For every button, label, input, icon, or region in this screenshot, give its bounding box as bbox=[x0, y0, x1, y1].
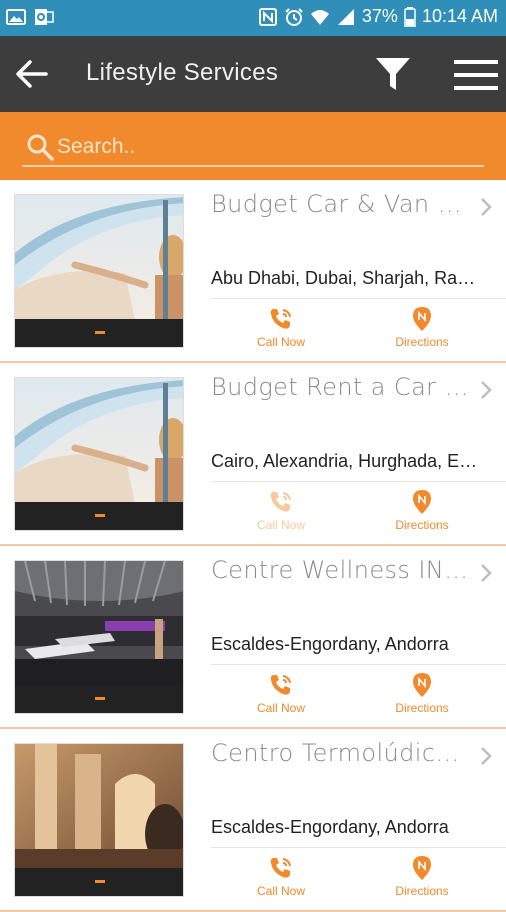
call-now-label: Call Now bbox=[256, 518, 305, 532]
back-arrow-icon[interactable] bbox=[14, 56, 50, 92]
call-now-label: Call Now bbox=[256, 335, 305, 349]
listing-thumbnail bbox=[14, 743, 184, 897]
directions-label: Directions bbox=[395, 701, 449, 715]
wifi-icon bbox=[310, 9, 329, 25]
search-placeholder: Search.. bbox=[57, 135, 136, 158]
listing-name[interactable]: Budget Rent a Car Egypt bbox=[211, 373, 471, 401]
list-item[interactable]: Centro Termolúdico Caldea Escaldes-Engor… bbox=[0, 729, 506, 912]
thumbnail-footer bbox=[15, 868, 183, 896]
directions-button[interactable]: Directions bbox=[362, 672, 482, 722]
chevron-right-icon[interactable] bbox=[478, 745, 494, 767]
map-pin-icon bbox=[413, 856, 431, 880]
phone-icon bbox=[270, 675, 291, 695]
listing-thumbnail bbox=[14, 560, 184, 714]
map-pin-icon bbox=[413, 673, 431, 697]
spa-lounge-photo bbox=[15, 561, 183, 687]
filter-icon[interactable] bbox=[374, 54, 412, 94]
status-bar: 37% 10:14 AM bbox=[0, 0, 506, 36]
directions-button[interactable]: Directions bbox=[362, 306, 482, 356]
search-bar: Search.. bbox=[0, 112, 506, 180]
listing-name[interactable]: Budget Car & Van Rental bbox=[211, 190, 471, 218]
search-icon bbox=[27, 134, 54, 161]
listing-name[interactable]: Centro Termolúdico Caldea bbox=[211, 739, 471, 767]
convertible-car-photo bbox=[15, 195, 183, 321]
search-input[interactable]: Search.. bbox=[22, 129, 484, 167]
call-now-label: Call Now bbox=[256, 884, 305, 898]
list-item[interactable]: Budget Rent a Car Egypt Cairo, Alexandri… bbox=[0, 363, 506, 546]
thumbnail-footer bbox=[15, 319, 183, 347]
call-now-button[interactable]: Call Now bbox=[221, 672, 341, 722]
call-now-button[interactable]: Call Now bbox=[221, 489, 341, 539]
convertible-car-photo bbox=[15, 378, 183, 504]
listing-location: Abu Dhabi, Dubai, Sharjah, Ras Al Khaima… bbox=[211, 268, 481, 288]
alarm-icon bbox=[285, 7, 303, 26]
battery-percent: 37% bbox=[361, 6, 398, 26]
listing-name[interactable]: Centre Wellness INÚU bbox=[211, 556, 471, 584]
image-icon bbox=[6, 9, 26, 25]
listing-list: Budget Car & Van Rental Abu Dhabi, Dubai… bbox=[0, 180, 506, 912]
chevron-right-icon[interactable] bbox=[478, 196, 494, 218]
call-now-button[interactable]: Call Now bbox=[221, 306, 341, 356]
call-now-button[interactable]: Call Now bbox=[221, 855, 341, 905]
signal-icon bbox=[337, 8, 354, 25]
divider bbox=[211, 298, 506, 299]
list-item[interactable]: Budget Car & Van Rental Abu Dhabi, Dubai… bbox=[0, 180, 506, 363]
listing-thumbnail bbox=[14, 377, 184, 531]
app-bar: Lifestyle Services bbox=[0, 36, 506, 112]
directions-button[interactable]: Directions bbox=[362, 855, 482, 905]
clock: 10:14 AM bbox=[421, 6, 498, 26]
chevron-right-icon[interactable] bbox=[478, 562, 494, 584]
directions-label: Directions bbox=[395, 884, 449, 898]
battery-icon bbox=[404, 6, 416, 27]
listing-thumbnail bbox=[14, 194, 184, 348]
thermal-bath-photo bbox=[15, 744, 183, 870]
thumbnail-footer bbox=[15, 685, 183, 713]
nfc-icon bbox=[258, 7, 277, 26]
list-item[interactable]: Centre Wellness INÚU Escaldes-Engordany,… bbox=[0, 546, 506, 729]
outlook-icon bbox=[35, 9, 54, 25]
divider bbox=[211, 664, 506, 665]
call-now-label: Call Now bbox=[256, 701, 305, 715]
divider bbox=[211, 847, 506, 848]
phone-icon bbox=[270, 858, 291, 878]
divider bbox=[211, 481, 506, 482]
chevron-right-icon[interactable] bbox=[478, 379, 494, 401]
listing-location: Escaldes-Engordany, Andorra bbox=[211, 634, 449, 654]
directions-label: Directions bbox=[395, 518, 449, 532]
map-pin-icon bbox=[413, 307, 431, 331]
phone-icon bbox=[270, 309, 291, 329]
phone-icon bbox=[270, 492, 291, 512]
page-title: Lifestyle Services bbox=[86, 59, 279, 86]
listing-location: Escaldes-Engordany, Andorra bbox=[211, 817, 449, 837]
directions-button[interactable]: Directions bbox=[362, 489, 482, 539]
map-pin-icon bbox=[413, 490, 431, 514]
listing-location: Cairo, Alexandria, Hurghada, Egypt bbox=[211, 451, 481, 471]
directions-label: Directions bbox=[395, 335, 449, 349]
hamburger-menu-icon[interactable] bbox=[453, 58, 499, 92]
thumbnail-footer bbox=[15, 502, 183, 530]
